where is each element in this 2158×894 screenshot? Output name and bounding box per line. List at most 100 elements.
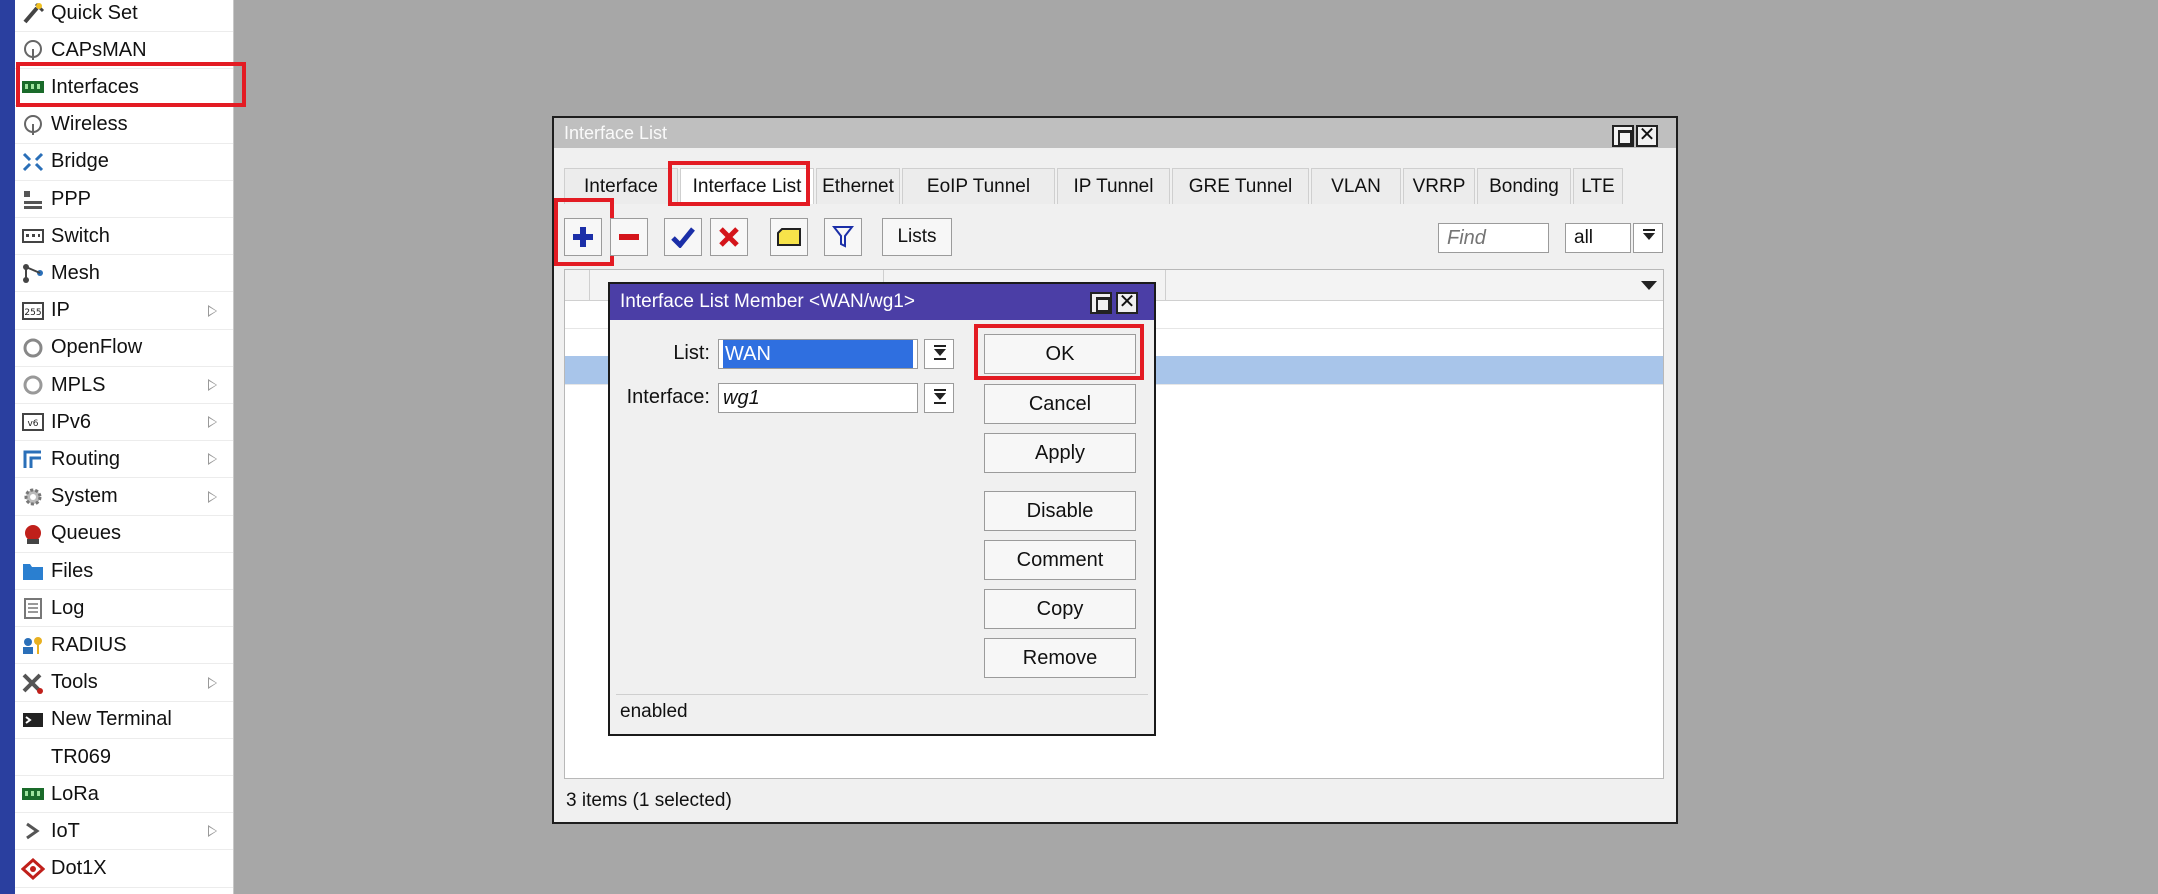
- list-field[interactable]: WAN: [718, 339, 918, 369]
- sidebar-item-mesh[interactable]: Mesh: [15, 255, 233, 293]
- close-window-button[interactable]: ✕: [1636, 124, 1658, 147]
- tab-interface-list[interactable]: Interface List: [680, 168, 814, 204]
- sidebar-item-label: Bridge: [51, 150, 109, 173]
- column-chooser-icon[interactable]: [1641, 281, 1657, 290]
- dialog-close-button[interactable]: ✕: [1116, 291, 1138, 314]
- remove-button[interactable]: [610, 218, 648, 256]
- sidebar-item-switch[interactable]: Switch: [15, 218, 233, 256]
- maximize-icon: [1618, 130, 1632, 145]
- tab-lte[interactable]: LTE: [1573, 168, 1623, 204]
- add-button[interactable]: [564, 218, 602, 256]
- sidebar-item-label: TR069: [51, 745, 112, 768]
- x-icon: [719, 227, 739, 247]
- disable-dialog-button[interactable]: Disable: [984, 491, 1136, 531]
- list-label: List:: [673, 342, 710, 364]
- dialog-title: Interface List Member <WAN/wg1>: [620, 291, 915, 312]
- comment-dialog-button[interactable]: Comment: [984, 540, 1136, 580]
- svg-text:255: 255: [24, 308, 41, 318]
- copy-button[interactable]: Copy: [984, 589, 1136, 629]
- submenu-arrow-icon: [208, 379, 217, 391]
- submenu-arrow-icon: [208, 825, 217, 838]
- filter-select[interactable]: all: [1565, 223, 1631, 253]
- cancel-button[interactable]: Cancel: [984, 384, 1136, 424]
- wand-icon: [15, 0, 51, 32]
- sidebar-item-quick-set[interactable]: Quick Set: [15, 0, 233, 32]
- sidebar-item-label: Dot1X: [51, 857, 107, 880]
- sidebar-item-iot[interactable]: IoT: [15, 813, 233, 851]
- sidebar-item-ipv6[interactable]: v6 IPv6: [15, 404, 233, 442]
- interfaces-icon: [15, 69, 51, 106]
- tab-vrrp[interactable]: VRRP: [1403, 168, 1475, 204]
- sidebar-item-tr069[interactable]: TR069: [15, 739, 233, 776]
- sidebar-item-tools[interactable]: Tools: [15, 665, 233, 702]
- interface-list-member-dialog: Interface List Member <WAN/wg1> ✕ List: …: [608, 282, 1156, 736]
- tab-vlan[interactable]: VLAN: [1311, 168, 1401, 204]
- find-input[interactable]: [1438, 223, 1549, 253]
- sidebar-item-radius[interactable]: RADIUS: [15, 627, 233, 665]
- sidebar-item-files[interactable]: Files: [15, 553, 233, 590]
- column-separator: [589, 270, 590, 300]
- tools-icon: [15, 664, 51, 701]
- sidebar-item-dot1x[interactable]: Dot1X: [15, 851, 233, 888]
- sidebar-item-label: RADIUS: [51, 633, 127, 656]
- sidebar-item-capsman[interactable]: CAPsMAN: [15, 32, 233, 70]
- sidebar-item-wireless[interactable]: Wireless: [15, 107, 233, 144]
- chevron-down-icon: [934, 349, 946, 356]
- tab-interface[interactable]: Interface: [564, 168, 678, 204]
- lists-button[interactable]: Lists: [882, 218, 952, 256]
- close-icon: ✕: [1638, 124, 1656, 146]
- disable-button[interactable]: [710, 218, 748, 256]
- sidebar-item-log[interactable]: Log: [15, 590, 233, 628]
- sidebar-item-label: PPP: [51, 187, 92, 210]
- ipv6-icon: v6: [15, 404, 51, 441]
- comment-button[interactable]: [770, 218, 808, 256]
- sidebar-item-interfaces[interactable]: Interfaces: [15, 69, 233, 107]
- tab-gre-tunnel[interactable]: GRE Tunnel: [1172, 168, 1309, 204]
- tab-ip-tunnel[interactable]: IP Tunnel: [1057, 168, 1170, 204]
- sidebar-item-bridge[interactable]: Bridge: [15, 144, 233, 181]
- remove-dialog-button[interactable]: Remove: [984, 638, 1136, 678]
- sidebar-item-label: MPLS: [51, 373, 106, 396]
- interface-label: Interface:: [626, 386, 710, 408]
- sidebar-menu: Quick Set CAPsMAN Interfaces Wireless Bridge…: [0, 0, 246, 894]
- wireless-icon: [15, 106, 51, 143]
- folder-icon: [15, 553, 51, 590]
- sidebar-item-ppp[interactable]: PPP: [15, 181, 233, 218]
- mpls-icon: [15, 367, 51, 404]
- ip-icon: 255: [15, 292, 51, 329]
- interface-dropdown[interactable]: [924, 383, 954, 413]
- sidebar-item-label: Wireless: [51, 113, 128, 136]
- sidebar-item-label: Quick Set: [51, 1, 138, 24]
- sidebar-item-mpls[interactable]: MPLS: [15, 367, 233, 404]
- filter-button[interactable]: [824, 218, 862, 256]
- tab-eoip-tunnel[interactable]: EoIP Tunnel: [902, 168, 1055, 204]
- queues-icon: [15, 515, 51, 552]
- dialog-maximize-button[interactable]: [1090, 292, 1112, 314]
- terminal-icon: [15, 701, 51, 738]
- sidebar-item-system[interactable]: System: [15, 479, 233, 516]
- sidebar-item-new-terminal[interactable]: New Terminal: [15, 702, 233, 739]
- window-titlebar: Interface List: [554, 118, 1676, 148]
- iot-icon: [15, 813, 51, 850]
- filter-select-dropdown[interactable]: [1633, 223, 1663, 253]
- tab-bonding[interactable]: Bonding: [1477, 168, 1571, 204]
- comment-icon: [777, 228, 801, 246]
- sidebar-item-queues[interactable]: Queues: [15, 516, 233, 553]
- apply-button[interactable]: Apply: [984, 433, 1136, 473]
- bridge-icon: [15, 143, 51, 180]
- list-dropdown[interactable]: [924, 339, 954, 369]
- enable-button[interactable]: [664, 218, 702, 256]
- sidebar-item-label: Mesh: [51, 261, 100, 284]
- tab-ethernet[interactable]: Ethernet: [816, 168, 900, 204]
- sidebar-item-lora[interactable]: LoRa: [15, 776, 233, 814]
- sidebar-item-openflow[interactable]: OpenFlow: [15, 330, 233, 367]
- sidebar-item-routing[interactable]: Routing: [15, 441, 233, 479]
- minus-icon: [619, 234, 639, 240]
- filter-icon: [832, 226, 854, 248]
- maximize-button[interactable]: [1612, 125, 1634, 147]
- interface-field[interactable]: wg1: [718, 383, 918, 413]
- chevron-down-icon: [1643, 233, 1655, 240]
- ok-button[interactable]: OK: [984, 334, 1136, 374]
- window-status: 3 items (1 selected): [566, 790, 732, 811]
- sidebar-item-ip[interactable]: 255 IP: [15, 293, 233, 330]
